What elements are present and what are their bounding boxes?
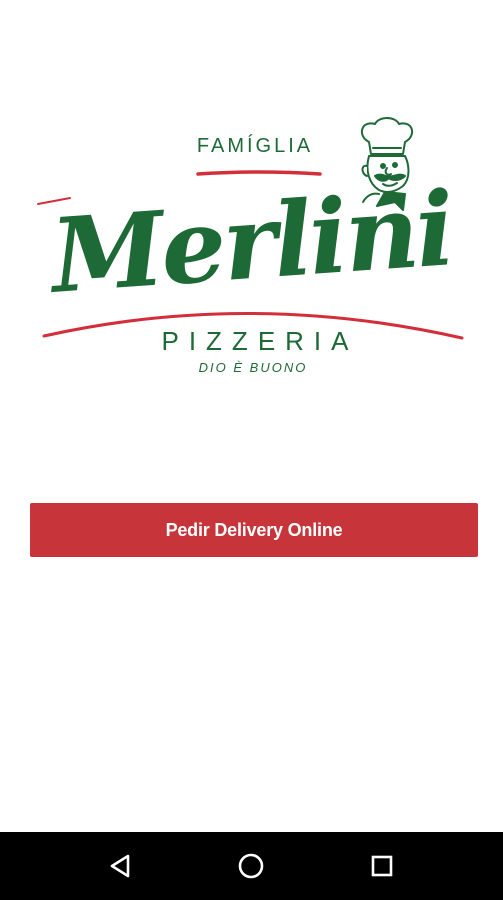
logo-top-red-line bbox=[196, 170, 322, 176]
home-circle-icon bbox=[239, 853, 264, 879]
chef-mascot-icon bbox=[360, 117, 414, 211]
logo-tagline: DIO È BUONO bbox=[199, 360, 308, 375]
nav-back-button[interactable] bbox=[91, 836, 151, 896]
nav-home-button[interactable] bbox=[221, 836, 281, 896]
order-delivery-online-button[interactable]: Pedir Delivery Online bbox=[30, 503, 478, 557]
logo-sub-text: PIZZERIA bbox=[161, 326, 358, 356]
merlini-pizzeria-logo: FAMÍGLIA Merlini PIZZERIA DIO È BUONO bbox=[30, 110, 480, 390]
recents-square-icon bbox=[371, 855, 393, 877]
logo-top-text: FAMÍGLIA bbox=[197, 134, 313, 157]
back-triangle-icon bbox=[110, 854, 130, 878]
app-screen: FAMÍGLIA Merlini PIZZERIA DIO È BUONO Pe… bbox=[0, 0, 503, 832]
android-navigation-bar bbox=[0, 832, 503, 900]
nav-recents-button[interactable] bbox=[352, 836, 412, 896]
